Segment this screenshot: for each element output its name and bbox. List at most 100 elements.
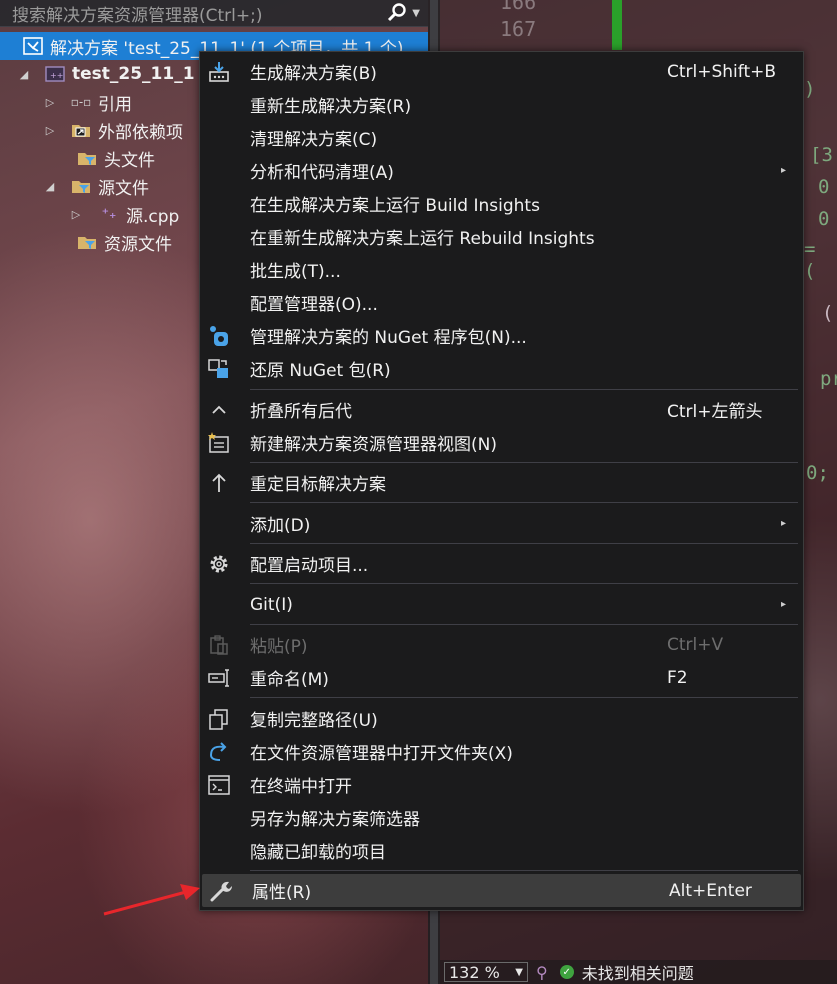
retarget-icon (212, 473, 226, 492)
menu-item-label: 重定目标解决方案 (250, 475, 386, 495)
gear-icon (210, 555, 228, 572)
menu-item-copy-full-path[interactable]: 复制完整路径(U) (200, 702, 803, 735)
collapse-icon (212, 405, 226, 414)
code-fragment: [3 (810, 144, 833, 166)
menu-item-analyze[interactable]: 分析和代码清理(A) ▸ (200, 154, 803, 187)
menu-item-label: 新建解决方案资源管理器视图(N) (250, 435, 497, 455)
menu-item-label: 粘贴(P) (250, 637, 308, 657)
menu-item-label: 在生成解决方案上运行 Build Insights (250, 196, 540, 216)
change-indicator (612, 0, 622, 50)
menu-item-hide-unloaded[interactable]: 隐藏已卸载的项目 (200, 834, 803, 867)
search-input[interactable]: 搜索解决方案资源管理器(Ctrl+;) (0, 1, 386, 26)
collapsed-arrow-icon[interactable]: ▷ (70, 208, 82, 221)
tree-item-label: 外部依赖项 (98, 122, 183, 143)
line-number: 167 (500, 17, 537, 41)
code-fragment: ) (804, 78, 816, 100)
tree-item-label: test_25_11_1 (72, 64, 195, 84)
paste-icon (210, 634, 228, 655)
open-folder-icon (210, 741, 227, 761)
expanded-arrow-icon[interactable]: ◢ (18, 68, 30, 81)
nuget-icon (210, 325, 228, 346)
zoom-value: 132 % (449, 962, 500, 982)
tree-item-label: 源文件 (98, 178, 149, 199)
menu-item-label: 在终端中打开 (250, 777, 352, 797)
menu-item-shortcut: Ctrl+左箭头 (667, 402, 763, 422)
menu-item-configuration-manager[interactable]: 配置管理器(O)... (200, 286, 803, 319)
menu-item-label: 配置管理器(O)... (250, 295, 378, 315)
menu-item-label: 隐藏已卸载的项目 (250, 843, 386, 863)
chevron-down-icon[interactable]: ▼ (412, 8, 420, 19)
menu-item-label: 在文件资源管理器中打开文件夹(X) (250, 744, 513, 764)
expanded-arrow-icon[interactable]: ◢ (44, 180, 56, 193)
submenu-arrow-icon: ▸ (781, 165, 787, 176)
chevron-down-icon: ▼ (515, 966, 523, 978)
code-fragment: 0; (806, 462, 829, 484)
menu-item-label: 在重新生成解决方案上运行 Rebuild Insights (250, 229, 595, 249)
filter-folder-icon (78, 237, 96, 249)
menu-item-new-view[interactable]: 新建解决方案资源管理器视图(N) (200, 426, 803, 459)
tree-item-label: 引用 (98, 94, 132, 115)
wrench-icon (210, 881, 232, 901)
menu-item-collapse-all[interactable]: 折叠所有后代 Ctrl+左箭头 (200, 393, 803, 426)
menu-item-restore-nuget[interactable]: 还原 NuGet 包(R) (200, 352, 803, 385)
menu-item-label: 折叠所有后代 (250, 402, 352, 422)
menu-item-label: 生成解决方案(B) (250, 64, 377, 84)
menu-item-label: 管理解决方案的 NuGet 程序包(N)... (250, 328, 527, 348)
menu-item-manage-nuget[interactable]: 管理解决方案的 NuGet 程序包(N)... (200, 319, 803, 352)
menu-item-shortcut: F2 (667, 667, 688, 688)
menu-item-label: 复制完整路径(U) (250, 711, 378, 731)
menu-separator (250, 870, 798, 871)
collapsed-arrow-icon[interactable]: ▷ (44, 124, 56, 137)
code-fragment: 0 (818, 208, 830, 230)
svg-text:++: ++ (50, 71, 63, 80)
annotation-arrow-icon (103, 884, 200, 916)
code-fragment: (. (822, 302, 837, 324)
search-icon[interactable] (386, 2, 408, 24)
menu-item-label: 属性(R) (252, 883, 312, 903)
menu-item-rebuild-insights[interactable]: 在重新生成解决方案上运行 Rebuild Insights (200, 220, 803, 253)
tree-item-label: 头文件 (104, 150, 155, 171)
zoom-dropdown[interactable]: 132 % ▼ (444, 962, 528, 982)
menu-item-properties[interactable]: 属性(R) Alt+Enter (202, 874, 801, 907)
menu-item-label: 还原 NuGet 包(R) (250, 361, 391, 381)
submenu-arrow-icon: ▸ (781, 599, 787, 610)
context-menu: 生成解决方案(B) Ctrl+Shift+B 重新生成解决方案(R) 清理解决方… (199, 51, 804, 911)
menu-separator (250, 543, 798, 544)
cpp-file-icon: ⁺₊ (101, 206, 117, 222)
menu-item-add[interactable]: 添加(D) ▸ (200, 507, 803, 540)
menu-separator (250, 624, 798, 625)
line-number: 166 (500, 0, 537, 14)
submenu-arrow-icon: ▸ (781, 518, 787, 529)
menu-item-open-in-terminal[interactable]: 在终端中打开 (200, 768, 803, 801)
code-fragment: = ( (804, 238, 816, 282)
restore-packages-icon (208, 358, 228, 378)
menu-item-build-solution[interactable]: 生成解决方案(B) Ctrl+Shift+B (200, 55, 803, 88)
menu-item-rename[interactable]: 重命名(M) F2 (200, 661, 803, 694)
menu-separator (250, 389, 798, 390)
menu-item-label: 添加(D) (250, 516, 311, 536)
references-icon: ▫-▫ (70, 95, 92, 109)
collapsed-arrow-icon[interactable]: ▷ (44, 96, 56, 109)
menu-item-clean-solution[interactable]: 清理解决方案(C) (200, 121, 803, 154)
menu-item-save-as-filter[interactable]: 另存为解决方案筛选器 (200, 801, 803, 834)
menu-item-git[interactable]: Git(I) ▸ (200, 588, 803, 621)
status-bar: 132 % ▼ ⚲ ✓ 未找到相关问题 (440, 960, 837, 984)
menu-item-build-insights[interactable]: 在生成解决方案上运行 Build Insights (200, 187, 803, 220)
folder-link-icon (72, 125, 90, 137)
menu-separator (250, 583, 798, 584)
menu-item-shortcut: Ctrl+V (667, 634, 724, 655)
git-icon[interactable]: ⚲ (536, 963, 548, 982)
menu-item-batch-build[interactable]: 批生成(T)... (200, 253, 803, 286)
menu-item-label: 批生成(T)... (250, 262, 341, 282)
menu-item-shortcut: Ctrl+Shift+B (667, 61, 777, 82)
menu-item-retarget-solution[interactable]: 重定目标解决方案 (200, 466, 803, 499)
menu-separator (250, 502, 798, 503)
solution-explorer-search[interactable]: 搜索解决方案资源管理器(Ctrl+;) ▼ (0, 0, 428, 27)
menu-item-open-in-explorer[interactable]: 在文件资源管理器中打开文件夹(X) (200, 735, 803, 768)
menu-item-shortcut: Alt+Enter (669, 880, 752, 901)
issues-status[interactable]: 未找到相关问题 (582, 960, 694, 984)
menu-item-label: 清理解决方案(C) (250, 130, 378, 150)
menu-item-rebuild-solution[interactable]: 重新生成解决方案(R) (200, 88, 803, 121)
build-icon (209, 61, 229, 82)
menu-item-configure-startup[interactable]: 配置启动项目... (200, 547, 803, 580)
